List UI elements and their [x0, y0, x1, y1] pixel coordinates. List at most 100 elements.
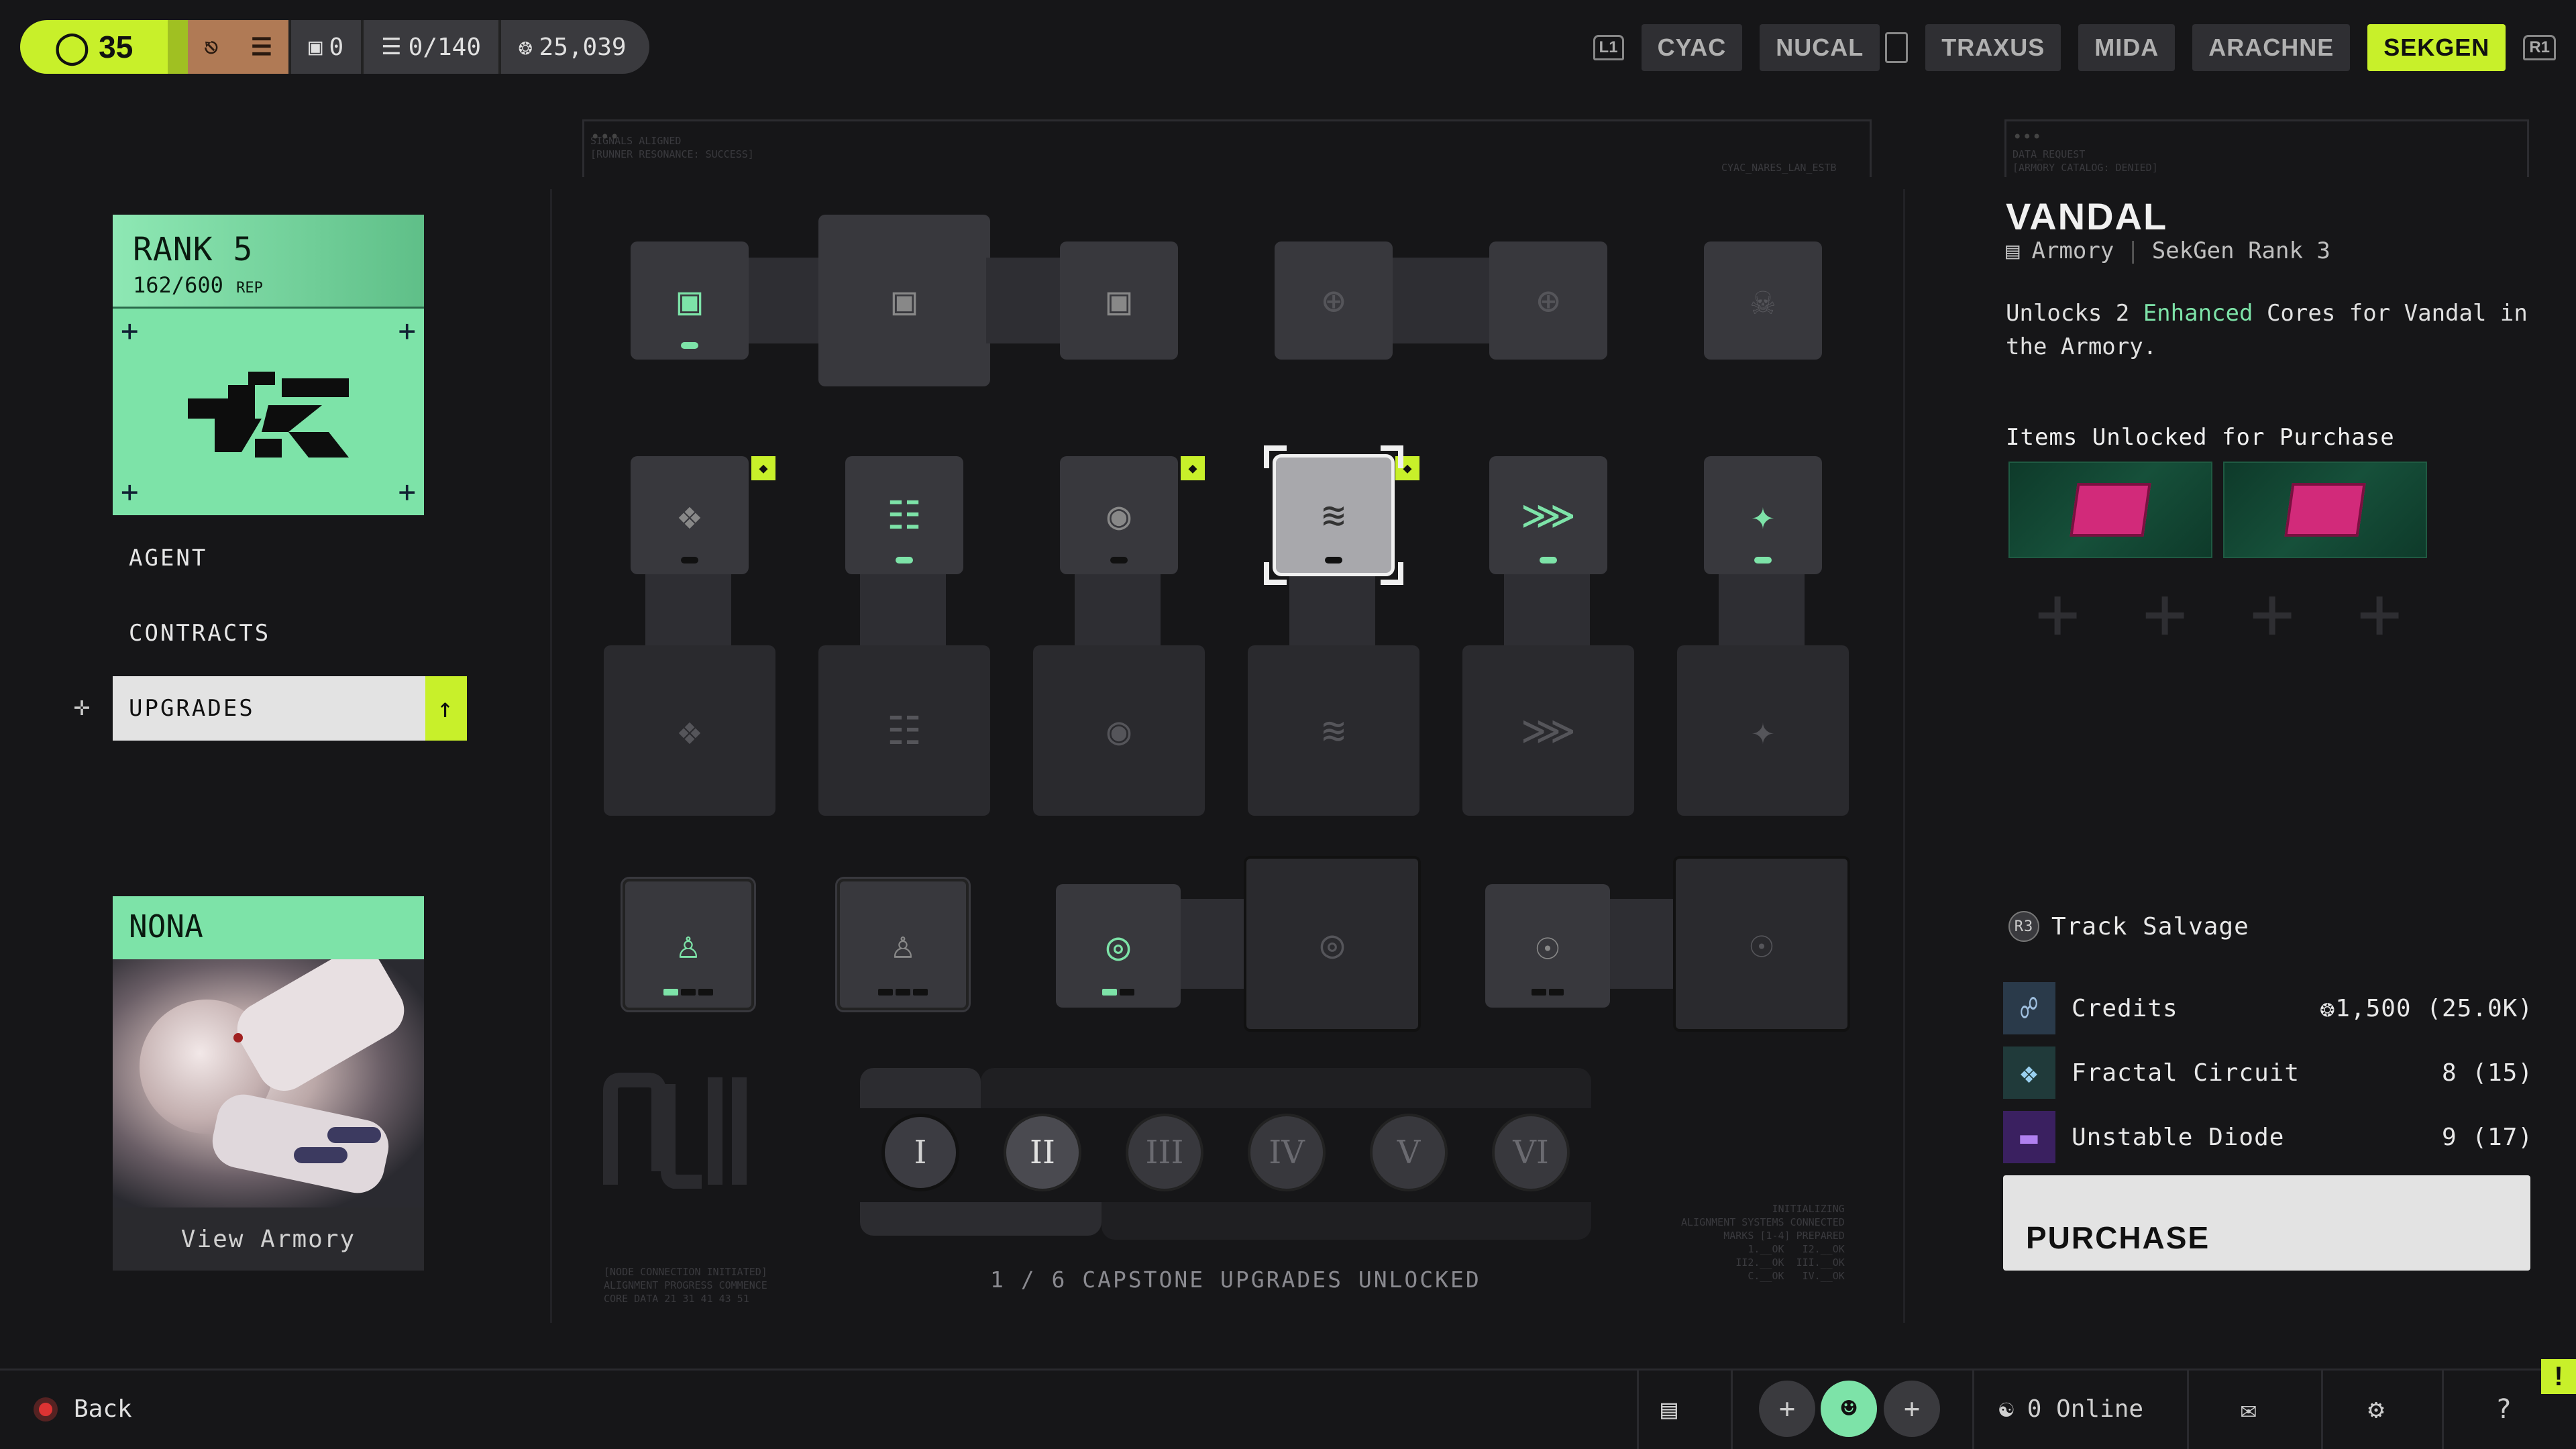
- currency-status: ❂ 25,039: [498, 20, 649, 74]
- upgrade-node-soundwave-selected[interactable]: ≋ ◆: [1264, 445, 1419, 585]
- upgrade-node-battery-1[interactable]: ▣: [631, 241, 749, 360]
- capstone-2[interactable]: II: [1004, 1114, 1081, 1191]
- soundwave-icon: ≋: [1322, 708, 1346, 753]
- upgrade-requirement: SekGen Rank 3: [2151, 237, 2330, 264]
- locked-node-cylinders[interactable]: ☷: [818, 645, 990, 816]
- capstone-4[interactable]: IV: [1248, 1114, 1326, 1191]
- tab-cyac[interactable]: CYAC: [1641, 24, 1743, 71]
- upgrade-node-figure-1[interactable]: ♙: [621, 877, 756, 1012]
- enhanced-core-icon: [2284, 483, 2366, 537]
- node-progress-pips: [663, 989, 713, 996]
- corner-plus-icon: +: [121, 475, 139, 509]
- capstone-1[interactable]: I: [881, 1114, 959, 1191]
- drone-icon: ❖: [678, 708, 702, 753]
- upgrade-node-crosshair-1[interactable]: ⊕: [1275, 241, 1393, 360]
- node-pip: [896, 557, 913, 564]
- tab-mida[interactable]: MIDA: [2078, 24, 2176, 71]
- purchase-button[interactable]: PURCHASE: [2003, 1175, 2530, 1271]
- cost-name: Unstable Diode: [2072, 1123, 2285, 1151]
- locked-node-drone[interactable]: ❖: [604, 645, 775, 816]
- upgrade-node-fishbone[interactable]: ⋙: [1489, 456, 1607, 574]
- tab-traxus[interactable]: TRAXUS: [1925, 24, 2061, 71]
- nav-contracts[interactable]: CONTRACTS: [113, 601, 428, 665]
- locked-node-eye[interactable]: ◉: [1033, 645, 1205, 816]
- rank-title: RANK 5: [133, 231, 254, 268]
- upgrade-node-battery-3[interactable]: ▣: [1060, 241, 1178, 360]
- upgrade-category: Armory: [2031, 237, 2114, 264]
- tab-nucal[interactable]: NUCAL: [1760, 24, 1880, 71]
- cost-row-fractal-circuit: ❖ Fractal Circuit 8 (15): [2003, 1046, 2533, 1099]
- selection-corner: [1381, 562, 1403, 585]
- locked-node-soundwave[interactable]: ≋: [1248, 645, 1419, 816]
- nav-upgrades[interactable]: UPGRADES ↑: [113, 676, 467, 741]
- alert-badge[interactable]: !: [2541, 1359, 2576, 1394]
- drone-icon: ❖: [678, 492, 702, 538]
- node-pip: [1325, 557, 1342, 564]
- empty-slot-plus-icon: +: [2357, 570, 2402, 656]
- cylinders-icon: ☷: [887, 492, 922, 538]
- new-badge: ◆: [751, 456, 775, 480]
- rank-header: RANK 5 162/600 REP: [113, 215, 424, 309]
- upgrade-node-butterfly[interactable]: ✦: [1704, 456, 1822, 574]
- nav-agent[interactable]: AGENT: [113, 526, 428, 590]
- locked-node-camera[interactable]: ◎: [1244, 856, 1421, 1032]
- left-bumper-hint: L1: [1593, 35, 1624, 60]
- upgrade-node-cylinders[interactable]: ☷: [845, 456, 963, 574]
- friends-icon: ☯: [1999, 1395, 2014, 1423]
- upgrade-node-drone[interactable]: ❖ ◆: [631, 456, 775, 574]
- node-link: [1075, 570, 1161, 651]
- track-salvage-toggle[interactable]: R3 Track Salvage: [2008, 911, 2249, 942]
- terminal-log-right: DATA_REQUEST [ARMORY CATALOG: DENIED]: [2012, 148, 2158, 174]
- chat-icon[interactable]: ▤: [1661, 1394, 1677, 1425]
- node-link: [1603, 899, 1684, 989]
- cost-name: Fractal Circuit: [2072, 1059, 2300, 1087]
- back-label: Back: [74, 1395, 132, 1423]
- tab-arachne[interactable]: ARACHNE: [2192, 24, 2351, 71]
- battery-icon: ▣: [1107, 278, 1131, 323]
- soundwave-icon: ≋: [1322, 492, 1346, 538]
- online-count: 0 Online: [2027, 1395, 2144, 1423]
- capstone-6[interactable]: VI: [1492, 1114, 1570, 1191]
- butterfly-icon: ✦: [1751, 492, 1775, 538]
- camera-icon: ◎: [1106, 923, 1130, 969]
- butterfly-icon: ✦: [1751, 708, 1775, 753]
- locked-node-fishbone[interactable]: ⋙: [1462, 645, 1634, 816]
- party-slot-add-2[interactable]: +: [1884, 1381, 1940, 1437]
- corner-plus-icon: +: [398, 475, 417, 509]
- track-salvage-label: Track Salvage: [2051, 912, 2249, 941]
- desc-part: Unlocks 2: [2006, 300, 2143, 327]
- capstone-5[interactable]: V: [1370, 1114, 1448, 1191]
- node-link: [645, 570, 731, 651]
- view-armory-button[interactable]: View Armory: [113, 1208, 424, 1271]
- tab-sekgen[interactable]: SEKGEN: [2367, 24, 2506, 71]
- capstone-3[interactable]: III: [1126, 1114, 1203, 1191]
- online-status[interactable]: ☯ 0 Online: [1999, 1395, 2143, 1423]
- eye-icon: ◉: [1107, 492, 1131, 538]
- upgrade-node-battery-2[interactable]: ▣: [818, 215, 990, 386]
- upgrade-node-crosshair-2[interactable]: ⊕: [1489, 241, 1607, 360]
- unlocked-item-2[interactable]: [2223, 462, 2427, 558]
- upgrade-node-skull[interactable]: ☠: [1704, 241, 1822, 360]
- credits-icon: ☍: [2003, 982, 2055, 1034]
- help-icon[interactable]: ?: [2496, 1394, 2512, 1425]
- upgrade-node-eye[interactable]: ◉ ◆: [1060, 456, 1205, 574]
- upgrade-node-camera[interactable]: ◎: [1056, 884, 1181, 1008]
- player-avatar[interactable]: ☻: [1821, 1381, 1877, 1437]
- back-button[interactable]: Back: [34, 1395, 132, 1423]
- gear-icon[interactable]: ⚙: [2368, 1394, 2384, 1425]
- upgrade-node-figure-2[interactable]: ♙: [835, 877, 971, 1012]
- upgrade-title: VANDAL: [2006, 195, 2168, 237]
- upgrade-node-scanner[interactable]: ☉: [1485, 884, 1610, 1008]
- terminal-frame-top: [582, 119, 1872, 177]
- unlocked-item-1[interactable]: [2008, 462, 2212, 558]
- locked-node-butterfly[interactable]: ✦: [1677, 645, 1849, 816]
- device-icon: [1885, 32, 1909, 63]
- figure-icon: ♙: [891, 922, 915, 967]
- player-level-value: 35: [99, 30, 133, 64]
- storage-status: ▣ 0: [288, 20, 361, 74]
- mail-icon[interactable]: ✉: [2241, 1394, 2257, 1425]
- party-slot-add-1[interactable]: +: [1759, 1381, 1815, 1437]
- desc-highlight: Enhanced: [2143, 300, 2253, 327]
- locked-node-scanner[interactable]: ☉: [1673, 856, 1850, 1032]
- battery-icon: ▣: [678, 278, 702, 323]
